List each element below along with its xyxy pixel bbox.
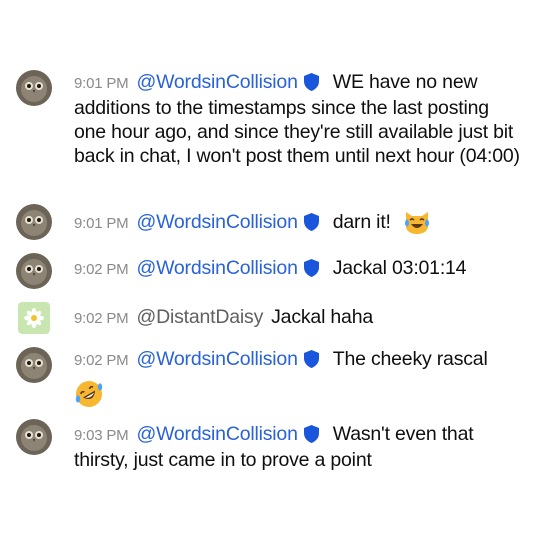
owl-avatar-icon [16,70,52,106]
avatar[interactable] [16,419,52,455]
message-text: The cheeky rascal [332,348,488,370]
cat-tears-of-joy-emoji-icon [405,212,430,234]
timestamp: 9:02 PM [74,310,129,327]
author-name[interactable]: @WordsinCollision [136,211,297,233]
chat-message: 9:02 PM @DistantDaisy Jackal haha [16,302,526,334]
owl-avatar-icon [16,347,52,383]
message-text: Jackal haha [271,306,373,328]
message-text: Jackal 03:01:14 [332,257,467,279]
verified-shield-icon [303,73,319,91]
chat-message: 9:02 PM @WordsinCollision Jackal 03:01:14 [16,253,526,289]
author-name[interactable]: @WordsinCollision [136,71,297,93]
message-text: darn it! [332,211,391,233]
verified-shield-icon [303,425,319,443]
verified-shield-icon [303,259,319,277]
verified-shield-icon [303,213,319,231]
timestamp: 9:03 PM [74,427,129,444]
rolling-on-floor-laughing-emoji-icon [75,381,103,407]
author-name[interactable]: @WordsinCollision [136,423,297,445]
author-name[interactable]: @WordsinCollision [136,257,297,279]
timestamp: 9:01 PM [74,215,129,232]
author-name[interactable]: @WordsinCollision [136,348,297,370]
timestamp: 9:02 PM [74,352,129,369]
chat-message: 9:01 PM @WordsinCollision darn it! [16,204,526,240]
avatar[interactable] [16,347,52,383]
chat-message: 9:01 PM @WordsinCollision WE have no new a… [16,70,526,168]
avatar[interactable] [16,253,52,289]
daisy-avatar-icon [18,302,50,334]
owl-avatar-icon [16,253,52,289]
avatar[interactable] [16,70,52,106]
owl-avatar-icon [16,419,52,455]
chat-message: 9:03 PM @WordsinCollision Wasn't even that… [16,419,526,472]
owl-avatar-icon [16,204,52,240]
verified-shield-icon [303,350,319,368]
timestamp: 9:02 PM [74,261,129,278]
chat-message: 9:02 PM @WordsinCollision The cheeky rasca… [16,347,526,409]
timestamp: 9:01 PM [74,75,129,92]
avatar[interactable] [16,204,52,240]
author-name[interactable]: @DistantDaisy [136,306,263,328]
avatar[interactable] [18,302,50,334]
